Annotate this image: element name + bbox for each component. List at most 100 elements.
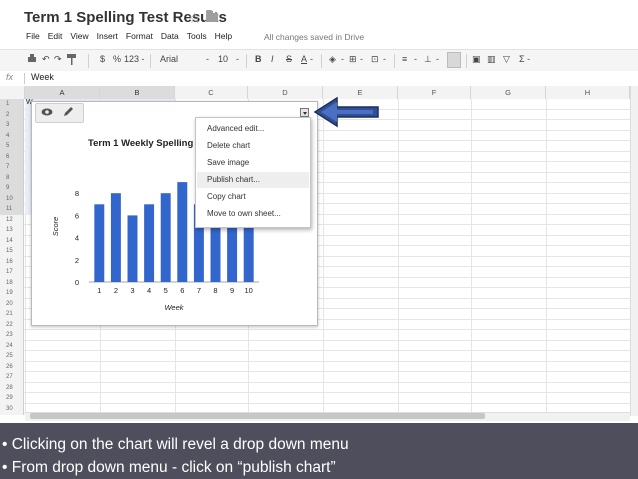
row-header[interactable]: 12 [0, 214, 24, 225]
menu-help[interactable]: Help [215, 31, 232, 45]
select-all-corner[interactable] [0, 86, 25, 99]
row-header[interactable]: 29 [0, 393, 24, 404]
star-icon[interactable]: ☆ [188, 9, 201, 27]
currency-button[interactable]: $ [100, 54, 105, 64]
vertical-align-icon[interactable]: ⊥ [424, 54, 432, 65]
column-header-d[interactable]: D [248, 86, 323, 99]
row-header[interactable]: 1 [0, 99, 24, 110]
text-color-arrow[interactable]: - [310, 54, 313, 64]
row-header[interactable]: 18 [0, 277, 24, 288]
row-header[interactable]: 13 [0, 225, 24, 236]
pencil-icon[interactable] [62, 106, 74, 118]
row-header[interactable]: 14 [0, 235, 24, 246]
menu-data[interactable]: Data [161, 31, 179, 45]
row-header[interactable]: 5 [0, 141, 24, 152]
italic-button[interactable]: I [271, 54, 274, 64]
row-header[interactable]: 2 [0, 109, 24, 120]
menu-item-copy-chart[interactable]: Copy chart [197, 189, 309, 205]
fill-color-arrow[interactable]: - [341, 54, 344, 64]
number-format-dropdown[interactable]: 123 - [124, 54, 145, 64]
menu-item-move-to-own-sheet[interactable]: Move to own sheet... [197, 206, 309, 222]
table-row: 29 [0, 393, 630, 404]
row-header[interactable]: 3 [0, 120, 24, 131]
row-header[interactable]: 20 [0, 298, 24, 309]
undo-icon[interactable]: ↶ [42, 54, 50, 65]
row-header[interactable]: 7 [0, 162, 24, 173]
vertical-scrollbar[interactable] [630, 86, 638, 416]
menu-item-publish-chart[interactable]: Publish chart... [197, 172, 309, 188]
menu-edit[interactable]: Edit [48, 31, 63, 45]
fill-color-icon[interactable]: ◈ [329, 54, 336, 65]
chevron-down-icon[interactable] [300, 108, 309, 117]
vertical-align-arrow[interactable]: - [436, 54, 439, 64]
menu-view[interactable]: View [70, 31, 88, 45]
column-header-h[interactable]: H [546, 86, 630, 99]
merge-arrow[interactable]: - [383, 54, 386, 64]
formula-input[interactable]: Week [31, 72, 54, 82]
font-dropdown-arrow[interactable]: - [206, 54, 209, 64]
row-header[interactable]: 15 [0, 246, 24, 257]
eye-icon[interactable] [41, 108, 53, 116]
row-header[interactable]: 11 [0, 204, 24, 215]
strikethrough-button[interactable]: S [286, 54, 292, 64]
borders-icon[interactable]: ⊞ [349, 54, 357, 65]
row-header[interactable]: 24 [0, 340, 24, 351]
table-row: 25 [0, 351, 630, 362]
print-icon[interactable] [27, 54, 37, 66]
font-size-arrow[interactable]: - [236, 54, 239, 64]
menu-format[interactable]: Format [126, 31, 153, 45]
row-header[interactable]: 28 [0, 382, 24, 393]
column-header-a[interactable]: A [25, 86, 100, 99]
row-header[interactable]: 19 [0, 288, 24, 299]
row-header[interactable]: 6 [0, 151, 24, 162]
wrap-text-button[interactable] [447, 52, 461, 68]
font-size-dropdown[interactable]: 10 [218, 54, 228, 64]
row-header[interactable]: 23 [0, 330, 24, 341]
column-header-b[interactable]: B [100, 86, 175, 99]
percent-button[interactable]: % [113, 54, 121, 64]
y-tick-label: 2 [75, 256, 79, 265]
row-header[interactable]: 16 [0, 256, 24, 267]
table-row: 23 [0, 330, 630, 341]
row-header[interactable]: 10 [0, 193, 24, 204]
column-header-g[interactable]: G [471, 86, 546, 99]
text-color-button[interactable]: A [301, 54, 307, 64]
filter-icon[interactable]: ▽ [503, 54, 510, 65]
align-icon[interactable]: ≡ [402, 54, 407, 64]
row-header[interactable]: 9 [0, 183, 24, 194]
table-row: 28 [0, 382, 630, 393]
menu-tools[interactable]: Tools [187, 31, 207, 45]
folder-icon[interactable] [206, 10, 218, 22]
row-header[interactable]: 4 [0, 130, 24, 141]
row-header[interactable]: 22 [0, 319, 24, 330]
row-header[interactable]: 25 [0, 351, 24, 362]
menu-item-advanced-edit[interactable]: Advanced edit... [197, 121, 309, 137]
insert-chart-icon[interactable]: ▥ [487, 54, 496, 65]
font-dropdown[interactable]: Arial [160, 54, 178, 64]
row-header[interactable]: 26 [0, 361, 24, 372]
horizontal-scrollbar-thumb[interactable] [30, 413, 485, 419]
row-header[interactable]: 21 [0, 309, 24, 320]
menu-item-delete-chart[interactable]: Delete chart [197, 138, 309, 154]
y-tick-label: 6 [75, 211, 79, 220]
insert-comment-icon[interactable]: ▣ [472, 54, 481, 65]
y-tick-label: 4 [75, 234, 79, 243]
borders-arrow[interactable]: - [360, 54, 363, 64]
redo-icon[interactable]: ↷ [54, 54, 62, 65]
row-header[interactable]: 17 [0, 267, 24, 278]
row-header[interactable]: 8 [0, 172, 24, 183]
row-header[interactable]: 31 [0, 414, 24, 415]
column-header-f[interactable]: F [398, 86, 471, 99]
merge-cells-icon[interactable]: ⊡ [371, 54, 379, 65]
y-tick-label: 0 [75, 278, 79, 287]
menu-insert[interactable]: Insert [97, 31, 118, 45]
align-arrow[interactable]: - [414, 54, 417, 64]
functions-button[interactable]: Σ - [519, 54, 530, 64]
menu-file[interactable]: File [26, 31, 40, 45]
menu-item-save-image[interactable]: Save image [197, 155, 309, 171]
paint-format-icon[interactable] [67, 54, 77, 68]
column-header-c[interactable]: C [175, 86, 248, 99]
row-header[interactable]: 30 [0, 403, 24, 414]
row-header[interactable]: 27 [0, 372, 24, 383]
bold-button[interactable]: B [255, 54, 262, 64]
